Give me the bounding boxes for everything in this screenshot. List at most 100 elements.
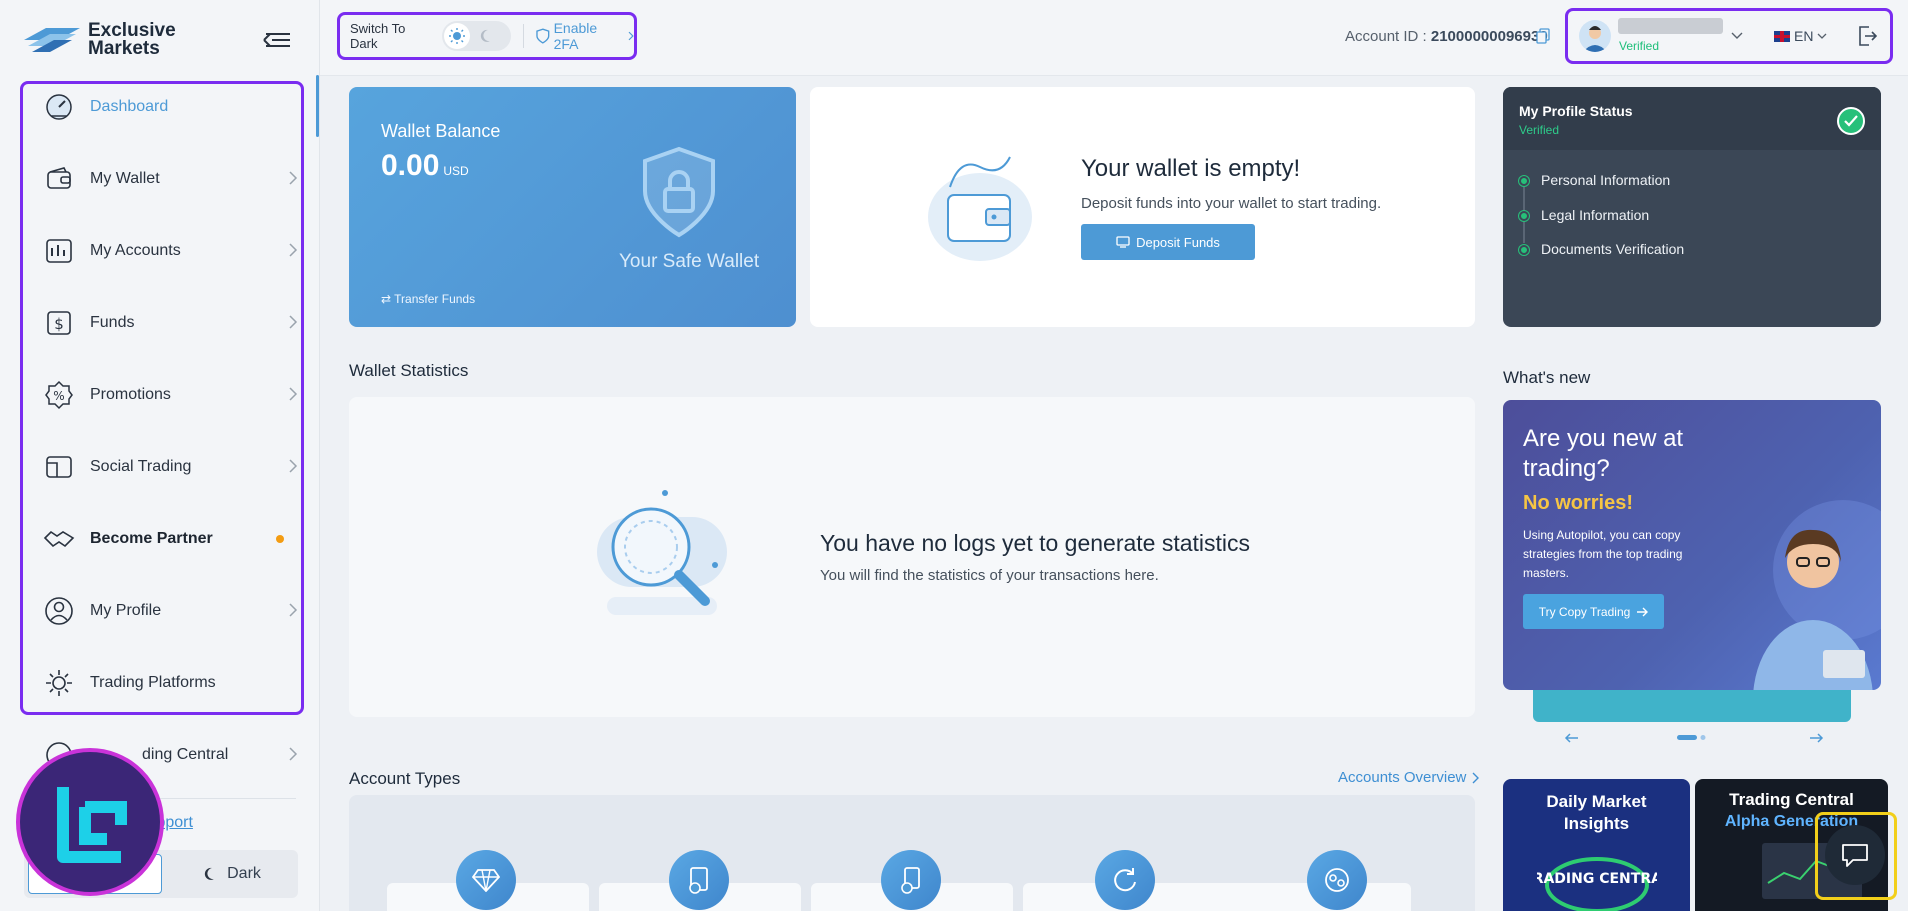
wallet-balance-title: Wallet Balance (381, 121, 501, 141)
divider (522, 24, 524, 48)
transfer-funds-link[interactable]: ⇄ Transfer Funds (381, 292, 475, 306)
profile-status-header: My Profile Status Verified (1503, 87, 1881, 150)
sidebar-item-label: ding Central (142, 746, 229, 763)
brand-logo[interactable]: Exclusive Markets (24, 21, 176, 58)
deposit-funds-button[interactable]: Deposit Funds (1081, 224, 1255, 260)
handshake-icon (42, 522, 76, 556)
check-icon (1837, 107, 1865, 135)
chevron-down-icon (1817, 33, 1827, 39)
language-selector[interactable]: EN (1774, 28, 1827, 44)
profile-status-card[interactable]: My Profile Status Verified Personal Info… (1503, 87, 1881, 327)
theme-2fa-group: Switch To Dark Enable 2FA (337, 12, 637, 60)
chevron-right-icon (289, 315, 298, 329)
dark-mode-toggle[interactable] (442, 21, 511, 51)
platforms-gear-icon (42, 666, 76, 700)
step-check-icon (1519, 245, 1529, 255)
try-copy-trading-button[interactable]: Try Copy Trading (1523, 594, 1664, 629)
wallet-statistics-title: Wallet Statistics (349, 361, 469, 380)
carousel-dots[interactable] (1677, 735, 1707, 741)
sidebar-item-social-trading[interactable]: Social Trading (42, 445, 298, 489)
sidebar-item-label: Trading Platforms (90, 674, 216, 691)
account-document-icon (669, 850, 729, 910)
step-personal-information: Personal Information (1541, 172, 1671, 188)
sidebar-item-label: My Profile (90, 602, 162, 619)
step-check-icon (1519, 176, 1529, 186)
account-id-label: Account ID : (1345, 28, 1427, 45)
empty-wallet-title: Your wallet is empty! (1081, 155, 1301, 182)
wallet-amount-value: 0.00 (381, 149, 440, 182)
promo-headline: Are you new at trading? (1523, 425, 1684, 482)
wallet-balance-amount: 0.00 USD (381, 149, 469, 183)
wallet-balance-card: Wallet Balance 0.00 USD Your Safe Wallet … (349, 87, 796, 327)
deposit-funds-label: Deposit Funds (1136, 234, 1220, 250)
enable-2fa-label: Enable 2FA (553, 20, 598, 52)
empty-wallet-card: Your wallet is empty! Deposit funds into… (810, 87, 1475, 327)
empty-wallet-illustration (928, 156, 1032, 261)
account-id-value: 21000000096939 (1430, 28, 1548, 45)
daily-market-insights-card[interactable]: Daily Market Insights TRADING CENTRAL (1503, 779, 1690, 911)
user-avatar-icon (1583, 26, 1607, 52)
sidebar-item-label: Dashboard (90, 98, 169, 115)
language-label: EN (1794, 28, 1814, 44)
sidebar-item-my-accounts[interactable]: My Accounts (42, 229, 298, 273)
enable-2fa-link[interactable]: Enable 2FA (536, 20, 634, 52)
username-redacted[interactable] (1618, 18, 1723, 34)
chevron-right-icon (1472, 772, 1480, 783)
safe-wallet-caption: Your Safe Wallet (619, 251, 760, 272)
sidebar-item-promotions[interactable]: % Promotions (42, 373, 298, 417)
no-logs-title: You have no logs yet to generate statist… (820, 530, 1251, 556)
accounts-overview-link[interactable]: Accounts Overview (1338, 769, 1480, 786)
avatar[interactable] (1579, 20, 1611, 52)
brand-logo-icon (24, 28, 80, 52)
theme-dark-label: Dark (227, 865, 261, 882)
empty-wallet-subtitle: Deposit funds into your wallet to start … (1081, 195, 1382, 212)
promotion-badge-icon: % (42, 378, 76, 412)
chevron-right-icon (289, 747, 298, 761)
sidebar-item-my-profile[interactable]: My Profile (42, 589, 298, 633)
copy-icon[interactable] (1536, 28, 1550, 44)
trading-central-logo: TRADING CENTRAL (1523, 857, 1670, 911)
collapse-menu-icon[interactable] (260, 28, 292, 52)
user-menu-highlight (1565, 8, 1893, 64)
carousel-prev-icon[interactable] (1564, 733, 1578, 743)
safe-shield-icon (643, 146, 715, 238)
insight-title-line2: Insights (1563, 814, 1630, 833)
carousel-next-icon[interactable] (1810, 733, 1824, 743)
diamond-icon (456, 850, 516, 910)
chevron-down-icon[interactable] (1731, 32, 1743, 40)
accounts-overview-label: Accounts Overview (1338, 769, 1467, 786)
deposit-icon (1116, 236, 1130, 248)
new-indicator-dot (276, 535, 284, 543)
svg-text:$: $ (54, 315, 64, 333)
account-id: Account ID : 21000000096939 (1345, 28, 1548, 45)
chevron-right-icon (289, 459, 298, 473)
theme-dark-button[interactable]: Dark (166, 850, 298, 898)
sidebar-item-trading-platforms[interactable]: Trading Platforms (42, 661, 298, 705)
chevron-right-icon (289, 603, 298, 617)
sidebar-item-label: Become Partner (90, 530, 213, 547)
sidebar-item-my-wallet[interactable]: My Wallet (42, 157, 298, 201)
profile-status-title: My Profile Status (1519, 103, 1633, 119)
step-legal-information: Legal Information (1541, 207, 1650, 223)
insight-title-line1: Trading Central (1729, 790, 1854, 809)
verified-badge: Verified (1619, 39, 1660, 53)
sidebar-item-label: My Wallet (90, 170, 160, 187)
sidebar-item-label: Funds (90, 314, 135, 331)
account-funds-icon (881, 850, 941, 910)
active-indicator (316, 75, 319, 137)
dashboard-gauge-icon (42, 90, 76, 124)
sidebar-item-funds[interactable]: $ Funds (42, 301, 298, 345)
promo-body: Using Autopilot, you can copy strategies… (1523, 528, 1683, 580)
sidebar-item-label: Promotions (90, 386, 171, 403)
try-copy-trading-label: Try Copy Trading (1538, 604, 1631, 619)
moon-icon (474, 23, 500, 49)
sidebar-item-become-partner[interactable]: Become Partner (42, 517, 298, 561)
account-types-panel (349, 795, 1475, 911)
chevron-right-icon (289, 387, 298, 401)
accounts-chart-icon (42, 234, 76, 268)
live-chat-button[interactable] (1825, 825, 1885, 885)
logout-icon[interactable] (1857, 25, 1877, 47)
promo-card: Are you new at trading? No worries! Usin… (1503, 400, 1881, 690)
sidebar-item-dashboard[interactable]: Dashboard (42, 85, 298, 129)
user-profile-icon (42, 594, 76, 628)
